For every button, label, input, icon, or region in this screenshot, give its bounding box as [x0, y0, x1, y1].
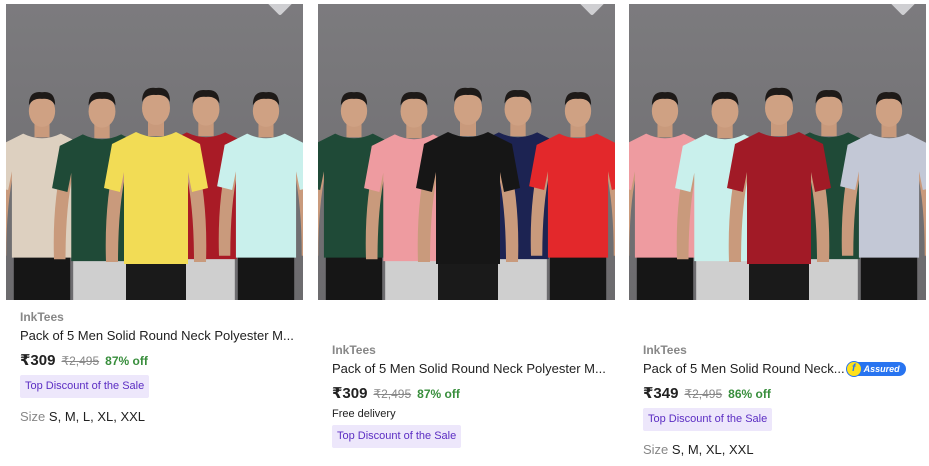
assured-label: Assured: [863, 364, 900, 374]
sale-badge: Top Discount of the Sale: [643, 408, 773, 431]
models-photo: [6, 87, 303, 300]
product-brand: InkTees: [643, 343, 687, 357]
product-info: InkTees Pack of 5 Men Solid Round Neck P…: [20, 309, 295, 424]
sale-badge: Top Discount of the Sale: [20, 375, 150, 398]
price-row: ₹349 ₹2,495 86% off: [643, 384, 918, 404]
product-image[interactable]: [6, 4, 303, 300]
product-image[interactable]: [629, 4, 926, 300]
product-mrp: ₹2,495: [61, 354, 100, 368]
product-info: InkTees Pack of 5 Men Solid Round Neck P…: [332, 342, 607, 448]
size-row: Size S, M, L, XL, XXL: [20, 409, 295, 424]
product-title[interactable]: Pack of 5 Men Solid Round Neck...: [643, 360, 845, 378]
size-label: Size: [20, 409, 46, 424]
sale-badge: Top Discount of the Sale: [332, 425, 462, 448]
price-row: ₹309 ₹2,495 87% off: [20, 351, 295, 371]
product-brand: InkTees: [332, 343, 376, 357]
delivery-info: Free delivery: [332, 408, 396, 420]
size-options: S, M, L, XL, XXL: [48, 409, 146, 424]
price-row: ₹309 ₹2,495 87% off: [332, 384, 607, 404]
product-info: InkTees Pack of 5 Men Solid Round Neck..…: [643, 342, 918, 457]
size-options: S, M, XL, XXL: [671, 442, 754, 457]
size-row: Size S, M, XL, XXL: [643, 442, 918, 457]
models-photo: [318, 87, 615, 300]
assured-logo-icon: f: [846, 362, 861, 376]
product-price: ₹309: [332, 385, 368, 402]
size-label: Size: [643, 442, 669, 457]
product-title[interactable]: Pack of 5 Men Solid Round Neck Polyester…: [332, 360, 606, 378]
product-discount: 87% off: [417, 387, 460, 401]
product-discount: 86% off: [728, 387, 771, 401]
product-title[interactable]: Pack of 5 Men Solid Round Neck Polyester…: [20, 327, 294, 345]
product-price: ₹349: [643, 385, 679, 402]
product-mrp: ₹2,495: [684, 387, 723, 401]
product-price: ₹309: [20, 352, 56, 369]
assured-badge: f Assured: [846, 362, 906, 376]
product-mrp: ₹2,495: [373, 387, 412, 401]
models-photo: [629, 87, 926, 300]
product-brand: InkTees: [20, 310, 64, 324]
product-discount: 87% off: [105, 354, 148, 368]
product-image[interactable]: [318, 4, 615, 300]
